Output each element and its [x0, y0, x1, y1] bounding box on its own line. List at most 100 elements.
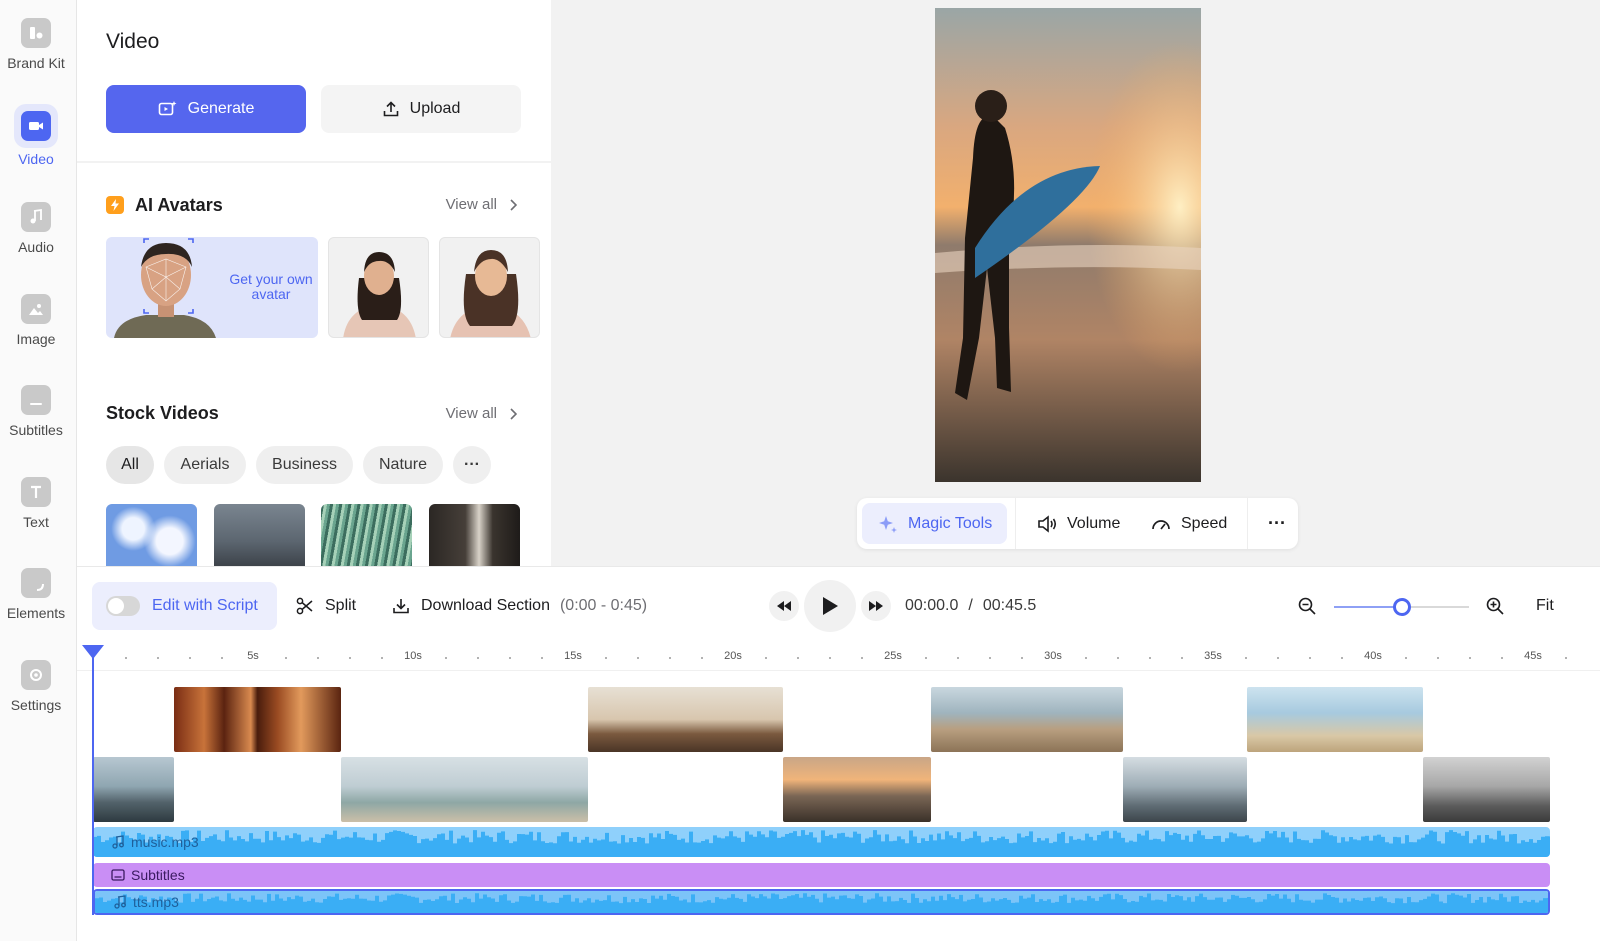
ruler-tick [189, 657, 191, 659]
video-camera-icon [21, 111, 51, 141]
chip-all[interactable]: All [106, 446, 154, 484]
ruler-tick-label: 15s [564, 650, 582, 662]
video-clip[interactable] [1123, 757, 1247, 822]
own-avatar-card[interactable]: Get your own avatar [106, 237, 318, 338]
magic-tools-button[interactable]: Magic Tools [862, 503, 1008, 544]
split-button[interactable]: Split [295, 596, 356, 616]
tts-track-name: tts.mp3 [133, 894, 179, 910]
video-clip[interactable] [93, 757, 174, 822]
sidebar-item-subtitles[interactable]: Subtitles [0, 367, 72, 447]
scissors-icon [296, 597, 313, 615]
sidebar-item-label: Subtitles [9, 422, 63, 438]
active-indicator [14, 104, 58, 148]
elements-icon [21, 568, 51, 598]
subtitles-icon [111, 869, 125, 881]
avatar-card[interactable] [328, 237, 429, 338]
playhead[interactable] [92, 645, 94, 915]
stock-view-all-link[interactable]: View all [446, 405, 517, 422]
stock-thumb-sky[interactable] [106, 504, 197, 566]
sidebar-item-video[interactable]: Video [0, 93, 72, 173]
play-button[interactable] [804, 580, 856, 632]
sidebar-item-audio[interactable]: Audio [0, 184, 72, 264]
video-clip[interactable] [588, 687, 783, 752]
ruler-tick [445, 657, 447, 659]
zoom-out-button[interactable] [1297, 596, 1317, 616]
zoom-slider[interactable] [1334, 598, 1469, 616]
ruler-tick [349, 657, 351, 659]
ruler-tick [1469, 657, 1471, 659]
volume-button[interactable]: Volume [1021, 503, 1135, 544]
video-clip[interactable] [931, 687, 1123, 752]
chip-nature[interactable]: Nature [363, 446, 443, 484]
ruler-tick [1405, 657, 1407, 659]
ruler-tick [125, 657, 127, 659]
video-clip[interactable] [783, 757, 931, 822]
more-options-button[interactable]: ··· [1253, 503, 1301, 544]
ruler-tick [861, 657, 863, 659]
music-note-icon [21, 202, 51, 232]
speed-button[interactable]: Speed [1135, 503, 1242, 544]
tts-track[interactable]: tts.mp3 [93, 889, 1550, 915]
sparkle-icon [879, 515, 897, 533]
ruler-tick [221, 657, 223, 659]
rewind-icon [777, 601, 791, 611]
fit-button[interactable]: Fit [1536, 597, 1554, 615]
music-track[interactable]: music.mp3 [93, 827, 1550, 857]
sidebar-item-settings[interactable]: Settings [0, 642, 72, 722]
download-section-button[interactable]: Download Section (0:00 - 0:45) [391, 596, 647, 616]
chip-more-button[interactable]: ··· [453, 446, 491, 484]
generate-button[interactable]: Generate [106, 85, 306, 133]
chevron-right-icon [510, 407, 517, 420]
view-all-label: View all [445, 196, 497, 213]
zoom-in-button[interactable] [1485, 596, 1505, 616]
ruler-tick [1117, 657, 1119, 659]
ruler-tick [157, 657, 159, 659]
toggle-switch[interactable] [106, 596, 140, 616]
sidebar-item-elements[interactable]: Elements [0, 550, 72, 630]
ruler-tick [1277, 657, 1279, 659]
sidebar-item-label: Image [16, 331, 56, 347]
avatars-view-all-link[interactable]: View all [446, 196, 517, 213]
own-avatar-text: Get your own avatar [229, 271, 313, 302]
video-clip[interactable] [1247, 687, 1423, 752]
video-clip[interactable] [174, 687, 341, 752]
ruler-tick [989, 657, 991, 659]
fast-forward-button[interactable] [861, 591, 891, 621]
ruler-tick [1341, 657, 1343, 659]
ruler-tick-label: 35s [1204, 650, 1222, 662]
chevron-right-icon [510, 198, 517, 211]
sidebar-item-image[interactable]: Image [0, 276, 72, 356]
ruler-tick [477, 657, 479, 659]
face-scan-illustration [114, 238, 216, 338]
chip-business[interactable]: Business [256, 446, 353, 484]
timeline-ruler[interactable]: 5s 10s 15s 20s 25s 30s 35s 40s 45s [77, 645, 1600, 671]
preview-toolbar: Magic Tools Volume Speed ··· [857, 498, 1298, 549]
playhead-handle[interactable] [82, 645, 104, 659]
rewind-button[interactable] [769, 591, 799, 621]
music-note-icon [114, 895, 126, 909]
video-clip[interactable] [341, 757, 588, 822]
ruler-tick [1245, 657, 1247, 659]
stock-thumb-office[interactable] [429, 504, 520, 566]
video-preview[interactable] [935, 8, 1201, 482]
music-track-name: music.mp3 [131, 834, 199, 850]
stock-thumb-architecture[interactable] [321, 504, 412, 566]
chip-aerials[interactable]: Aerials [164, 446, 246, 484]
zoom-in-icon [1486, 597, 1504, 615]
edit-with-script-toggle[interactable]: Edit with Script [92, 582, 277, 630]
stock-thumb-city[interactable] [214, 504, 305, 566]
left-rail: Brand Kit Video Audio Image Subtitles Te… [0, 0, 77, 941]
timeline-panel: Edit with Script Split Download Section … [77, 566, 1600, 941]
avatar-card[interactable] [439, 237, 540, 338]
ruler-tick [1437, 657, 1439, 659]
ruler-tick [957, 657, 959, 659]
sidebar-item-brand-kit[interactable]: Brand Kit [0, 0, 72, 80]
video-panel: Video Generate Upload AI Avatars View al… [77, 0, 551, 566]
upload-button[interactable]: Upload [321, 85, 521, 133]
video-clip[interactable] [1423, 757, 1550, 822]
sidebar-item-text[interactable]: Text [0, 459, 72, 539]
current-time: 00:00.0 [905, 597, 959, 614]
volume-label: Volume [1067, 514, 1121, 532]
subtitles-track[interactable]: Subtitles [93, 863, 1550, 887]
zoom-slider-handle[interactable] [1392, 598, 1411, 616]
